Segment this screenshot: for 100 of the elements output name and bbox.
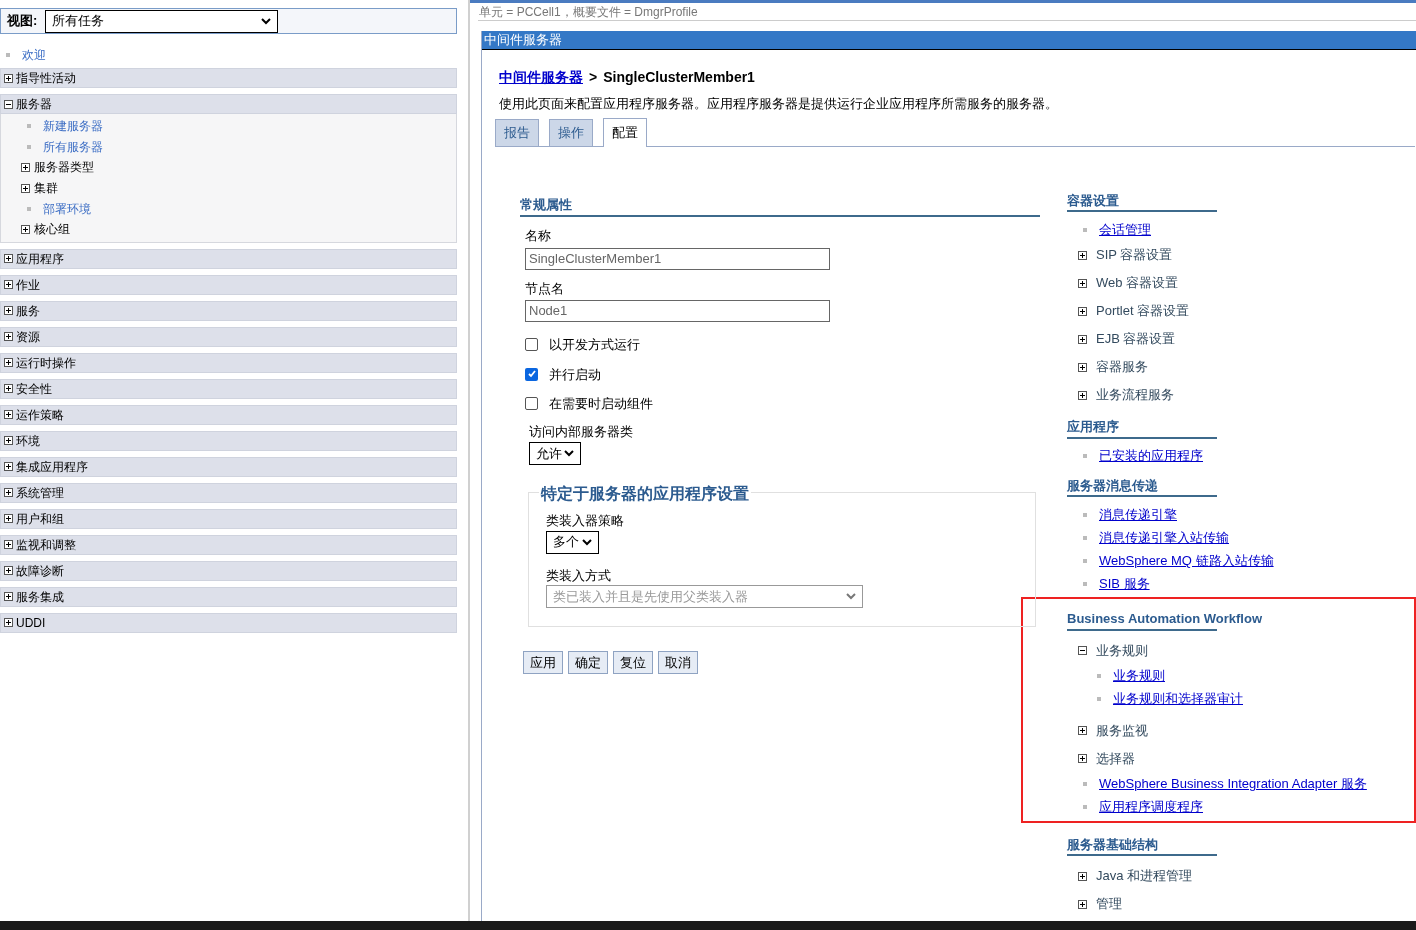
expand-icon[interactable] bbox=[4, 592, 13, 602]
settings-link[interactable]: 应用程序调度程序 bbox=[1099, 797, 1203, 817]
class-access-select[interactable]: 允许 bbox=[529, 442, 581, 465]
tab[interactable]: 配置 bbox=[603, 117, 647, 147]
settings-group[interactable]: 容器服务 bbox=[1096, 357, 1148, 377]
settings-link[interactable]: WebSphere Business Integration Adapter 服务 bbox=[1099, 774, 1367, 794]
expand-icon[interactable] bbox=[1078, 334, 1087, 344]
tab[interactable]: 操作 bbox=[549, 118, 593, 146]
settings-link[interactable]: 业务规则 bbox=[1113, 666, 1165, 686]
nav-link[interactable]: 新建服务器 bbox=[43, 117, 103, 136]
loader-policy-select[interactable]: 多个 bbox=[546, 530, 599, 554]
form-button[interactable]: 确定 bbox=[568, 651, 608, 674]
expand-icon[interactable] bbox=[4, 358, 13, 368]
expand-icon[interactable] bbox=[1078, 899, 1087, 909]
collapse-icon[interactable] bbox=[1078, 646, 1087, 655]
nav-section[interactable]: 安全性 bbox=[0, 378, 457, 399]
expand-icon[interactable] bbox=[4, 514, 13, 524]
form-button[interactable]: 取消 bbox=[658, 651, 698, 674]
settings-group[interactable]: 选择器 bbox=[1096, 748, 1135, 769]
expand-icon[interactable] bbox=[4, 540, 13, 550]
nav-section[interactable]: 监视和调整 bbox=[0, 534, 457, 555]
expand-icon[interactable] bbox=[4, 254, 13, 264]
checkbox[interactable] bbox=[525, 397, 538, 411]
expand-icon[interactable] bbox=[4, 384, 13, 394]
text-field[interactable]: SingleClusterMember1 bbox=[525, 247, 830, 270]
expand-icon[interactable] bbox=[1078, 362, 1087, 372]
nav-section[interactable]: 指导性活动 bbox=[0, 68, 457, 88]
nav-section[interactable]: 用户和组 bbox=[0, 508, 457, 529]
expand-icon[interactable] bbox=[4, 410, 13, 420]
settings-link[interactable]: WebSphere MQ 链路入站传输 bbox=[1099, 550, 1274, 571]
nav-section[interactable]: UDDI bbox=[0, 612, 457, 633]
nav-section[interactable]: 系统管理 bbox=[0, 482, 457, 503]
nav-section[interactable]: 服务 bbox=[0, 300, 457, 321]
tab[interactable]: 报告 bbox=[495, 118, 539, 146]
expand-icon[interactable] bbox=[1078, 390, 1087, 400]
form-button[interactable]: 复位 bbox=[613, 651, 653, 674]
page-heading: SingleClusterMember1 bbox=[603, 68, 755, 87]
nav-section[interactable]: 故障诊断 bbox=[0, 560, 457, 581]
form-button[interactable]: 应用 bbox=[523, 651, 563, 674]
expand-icon[interactable] bbox=[4, 73, 13, 83]
nav-section[interactable]: 服务集成 bbox=[0, 586, 457, 607]
expand-icon[interactable] bbox=[4, 280, 13, 290]
nav-section[interactable]: 运作策略 bbox=[0, 404, 457, 425]
settings-group[interactable]: Portlet 容器设置 bbox=[1096, 301, 1190, 321]
settings-group[interactable]: EJB 容器设置 bbox=[1096, 329, 1176, 349]
bullet-icon bbox=[27, 144, 31, 149]
expand-icon[interactable] bbox=[1078, 754, 1087, 763]
checkbox[interactable] bbox=[525, 367, 538, 381]
expand-icon[interactable] bbox=[1078, 726, 1087, 735]
nav-link[interactable]: 欢迎 bbox=[22, 46, 46, 64]
expand-icon[interactable] bbox=[1078, 306, 1087, 316]
nav-section[interactable]: 作业 bbox=[0, 274, 457, 295]
expand-icon[interactable] bbox=[21, 163, 30, 172]
text-field[interactable]: Node1 bbox=[525, 300, 830, 322]
settings-group[interactable]: Java 和进程管理 bbox=[1096, 866, 1193, 886]
expand-icon[interactable] bbox=[4, 332, 13, 342]
nav-group[interactable]: 集群 bbox=[34, 179, 58, 198]
nav-section[interactable]: 服务器 bbox=[0, 94, 457, 114]
panel-title-bar: 中间件服务器 bbox=[482, 31, 1416, 50]
settings-link[interactable]: SIB 服务 bbox=[1099, 573, 1150, 594]
expand-icon[interactable] bbox=[4, 618, 13, 628]
settings-group[interactable]: 服务监视 bbox=[1096, 720, 1148, 741]
nav-group[interactable]: 核心组 bbox=[34, 220, 70, 239]
section-heading: 应用程序 bbox=[1067, 418, 1119, 436]
nav-section[interactable]: 集成应用程序 bbox=[0, 456, 457, 477]
breadcrumb-link[interactable]: 中间件服务器 bbox=[499, 67, 583, 88]
settings-group[interactable]: SIP 容器设置 bbox=[1096, 245, 1173, 265]
expand-icon[interactable] bbox=[21, 224, 30, 234]
view-select[interactable]: 所有任务 bbox=[45, 9, 279, 33]
nav-section[interactable]: 运行时操作 bbox=[0, 352, 457, 373]
expand-icon[interactable] bbox=[4, 488, 13, 498]
expand-icon[interactable] bbox=[4, 566, 13, 576]
checkbox-label: 以开发方式运行 bbox=[549, 336, 640, 354]
expand-icon[interactable] bbox=[4, 306, 13, 316]
expand-icon[interactable] bbox=[1078, 278, 1087, 288]
checkbox[interactable] bbox=[525, 338, 538, 352]
expand-icon[interactable] bbox=[1078, 871, 1087, 881]
settings-link[interactable]: 消息传递引擎入站传输 bbox=[1099, 527, 1229, 548]
settings-link[interactable]: 已安装的应用程序 bbox=[1099, 446, 1203, 466]
settings-link[interactable]: 业务规则和选择器审计 bbox=[1113, 689, 1243, 709]
settings-group[interactable]: 业务规则 bbox=[1096, 640, 1148, 661]
nav-section[interactable]: 环境 bbox=[0, 430, 457, 451]
expand-icon[interactable] bbox=[1078, 250, 1087, 260]
nav-section[interactable]: 资源 bbox=[0, 326, 457, 347]
settings-group[interactable]: Web 容器设置 bbox=[1096, 273, 1179, 293]
expand-icon[interactable] bbox=[21, 183, 30, 193]
settings-link[interactable]: 消息传递引擎 bbox=[1099, 504, 1177, 525]
settings-link[interactable]: 会话管理 bbox=[1099, 219, 1151, 240]
settings-group[interactable]: 管理 bbox=[1096, 894, 1122, 914]
checkbox-label: 并行启动 bbox=[549, 365, 601, 384]
expand-icon[interactable] bbox=[4, 436, 13, 446]
nav-link[interactable]: 所有服务器 bbox=[43, 137, 103, 156]
expand-icon[interactable] bbox=[4, 462, 13, 472]
collapse-icon[interactable] bbox=[4, 99, 13, 109]
nav-link[interactable]: 部署环境 bbox=[43, 199, 91, 218]
section-heading: 常规属性 bbox=[520, 194, 1040, 217]
nav-section[interactable]: 应用程序 bbox=[0, 248, 457, 269]
nav-group[interactable]: 服务器类型 bbox=[34, 158, 94, 177]
settings-group[interactable]: 业务流程服务 bbox=[1096, 385, 1174, 405]
field-label: 节点名 bbox=[525, 279, 565, 298]
